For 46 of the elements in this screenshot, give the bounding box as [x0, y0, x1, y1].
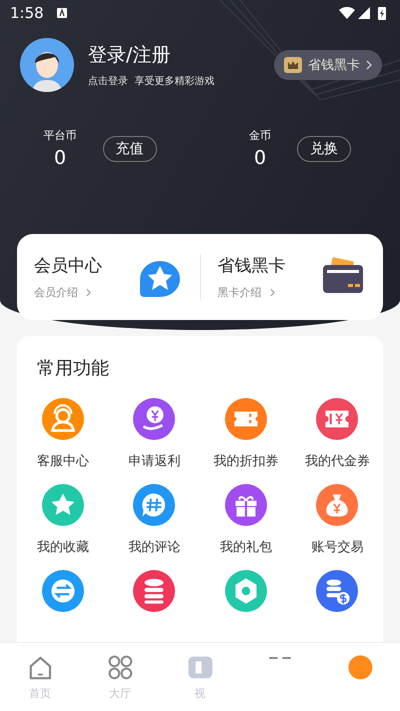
hexagon-nut-icon[interactable]: [224, 570, 267, 612]
notification-icon: [56, 7, 68, 19]
swap-arrows-icon[interactable]: [42, 570, 84, 612]
currency-label: 平台币: [44, 128, 76, 143]
login-register-link[interactable]: 登录/注册: [88, 42, 274, 68]
ticket-icon[interactable]: [224, 398, 267, 440]
profile-icon: [346, 653, 374, 682]
function-label[interactable]: 我的礼包: [220, 538, 272, 556]
grid-circles-icon: [106, 653, 134, 682]
card-title[interactable]: 省钱黑卡: [218, 254, 321, 277]
chevron-right-icon: [366, 60, 372, 70]
battery-charging-icon: [378, 6, 386, 20]
card-title[interactable]: 会员中心: [34, 254, 138, 277]
function-label[interactable]: 我的代金券: [304, 452, 370, 470]
coin-stack-icon[interactable]: [316, 570, 358, 612]
wifi-icon: [339, 7, 355, 19]
comment-bubble-icon[interactable]: [133, 484, 176, 526]
dash-icon: [268, 657, 292, 660]
function-label[interactable]: 账号交易: [311, 538, 364, 556]
function-label[interactable]: 申请返利: [128, 452, 180, 470]
wallet-action-button[interactable]: 充值: [102, 136, 156, 162]
function-label[interactable]: 我的收藏: [36, 538, 89, 556]
wallet-action-button[interactable]: 兑换: [297, 136, 351, 162]
function-label[interactable]: 我的折扣券: [213, 452, 278, 470]
crown-icon: [284, 57, 302, 73]
chevron-right-icon: [86, 288, 91, 297]
voucher-icon[interactable]: [316, 398, 358, 440]
signal-icon: [358, 7, 370, 19]
intro-link[interactable]: 会员介绍: [34, 285, 78, 300]
section-title: 常用功能: [36, 357, 110, 380]
savings-card-button[interactable]: 省钱黑卡: [274, 50, 382, 80]
coin-stack-icon[interactable]: [133, 570, 176, 612]
chevron-right-icon: [270, 288, 274, 297]
headset-person-icon[interactable]: [42, 398, 84, 440]
gift-icon[interactable]: [224, 484, 267, 526]
avatar-icon[interactable]: [20, 38, 74, 92]
clock-time: 1:58: [10, 4, 44, 22]
coin-hand-icon[interactable]: [133, 398, 176, 440]
money-bag-icon[interactable]: [316, 484, 358, 526]
login-hint: 点击登录 享受更多精彩游戏: [88, 74, 216, 88]
currency-label: 金币: [249, 128, 271, 143]
currency-value: 0: [252, 147, 268, 169]
function-label[interactable]: 我的评论: [128, 538, 180, 556]
currency-value: 0: [52, 147, 68, 169]
intro-link[interactable]: 黑卡介绍: [218, 285, 262, 300]
function-label[interactable]: 客服中心: [36, 452, 89, 470]
